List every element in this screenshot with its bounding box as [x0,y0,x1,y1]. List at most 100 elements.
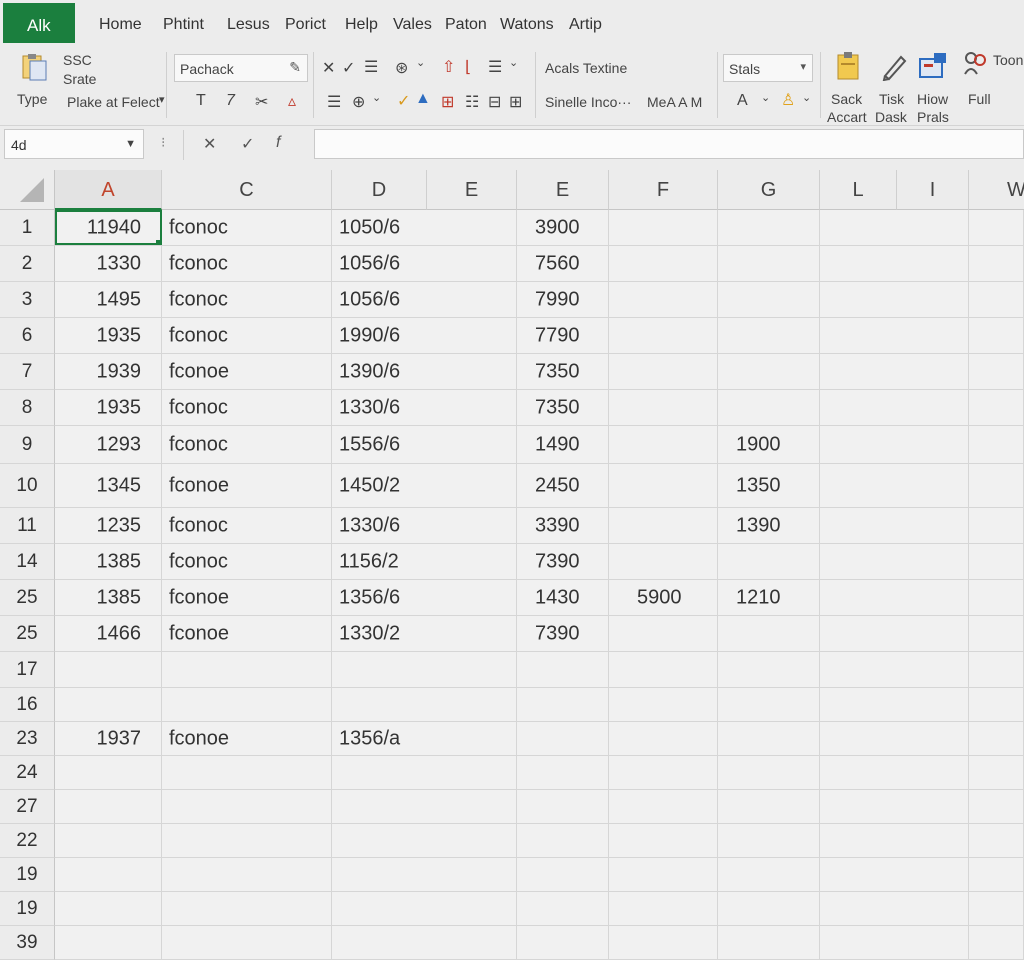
pen-icon[interactable] [879,51,909,86]
italic-icon[interactable]: 7 [226,92,235,110]
cell-d[interactable] [332,652,517,687]
cell-f[interactable] [609,858,718,891]
sack-label[interactable]: Sack [831,91,862,107]
hiow-label[interactable]: Hiow [917,91,948,107]
cell-g[interactable] [718,892,820,925]
merge-icon[interactable]: ⌊ [465,57,471,77]
cell-a[interactable]: 1939 [55,354,162,389]
cell-i[interactable] [969,790,1024,823]
row-header[interactable]: 19 [0,892,55,926]
cell-g[interactable] [718,824,820,857]
cell-a[interactable] [55,790,162,823]
row-header[interactable]: 22 [0,824,55,858]
ma-text-label[interactable]: MeA A M [647,94,702,110]
cell-i[interactable] [969,756,1024,789]
cell-l[interactable] [820,926,969,959]
row-header[interactable]: 11 [0,508,55,544]
cell-d[interactable]: 1356/a [332,722,517,755]
cell-a[interactable]: 1937 [55,722,162,755]
font-color-icon[interactable]: ▵ [288,91,296,111]
close-x-icon[interactable]: ✕ [322,58,335,78]
dask-label[interactable]: Dask [875,109,907,125]
cell-l[interactable] [820,318,969,353]
cell-d[interactable]: 1156/2 [332,544,517,579]
cell-e[interactable] [517,926,609,959]
menu-vales[interactable]: Vales [393,16,432,34]
formula-input[interactable] [314,129,1024,159]
cell-e[interactable]: 7390 [517,616,609,651]
cell-l[interactable] [820,544,969,579]
cell-l[interactable] [820,652,969,687]
cell-i[interactable] [969,390,1024,425]
cell-c[interactable]: fconoe [162,580,332,615]
cell-e[interactable]: 7560 [517,246,609,281]
cell-i[interactable] [969,858,1024,891]
cell-a[interactable] [55,892,162,925]
cell-e[interactable] [517,688,609,721]
cell-i[interactable] [969,210,1024,245]
indent-icon[interactable]: ☰ [488,57,502,77]
cell-i[interactable] [969,926,1024,959]
row-header[interactable]: 19 [0,858,55,892]
check-mark-icon[interactable]: ✓ [397,91,410,111]
column-header-g[interactable]: G [718,170,820,210]
cell-d[interactable] [332,790,517,823]
column-header-f[interactable]: F [609,170,718,210]
cell-c[interactable]: fconoc [162,390,332,425]
cell-d[interactable]: 1390/6 [332,354,517,389]
cell-e[interactable] [517,858,609,891]
cell-e[interactable] [517,652,609,687]
column-header-d[interactable]: D [332,170,427,210]
row-header[interactable]: 17 [0,652,55,688]
row-header[interactable]: 24 [0,756,55,790]
cell-l[interactable] [820,354,969,389]
align-text-label[interactable]: Acals Textine [545,60,627,76]
cell-i[interactable] [969,722,1024,755]
people-icon[interactable] [963,50,989,81]
cell-i[interactable] [969,464,1024,507]
cell-c[interactable]: fconoc [162,426,332,463]
cell-d[interactable]: 1450/2 [332,464,517,507]
row-header[interactable]: 27 [0,790,55,824]
cell-l[interactable] [820,282,969,317]
chevron-down-icon[interactable]: ⌄ [761,91,770,104]
cell-d[interactable] [332,688,517,721]
cell-c[interactable]: fconoe [162,464,332,507]
cell-e[interactable]: 7390 [517,544,609,579]
chevron-down-icon[interactable]: ⌄ [509,56,518,69]
cell-e[interactable] [517,756,609,789]
cell-a[interactable]: 1235 [55,508,162,543]
cell-c[interactable] [162,688,332,721]
cell-g[interactable] [718,282,820,317]
cell-f[interactable] [609,722,718,755]
cell-i[interactable] [969,652,1024,687]
wrap-text-icon[interactable]: ⇧ [442,57,455,77]
cell-g[interactable] [718,354,820,389]
cell-a[interactable]: 1385 [55,580,162,615]
accart-label[interactable]: Accart [827,109,867,125]
border-icon[interactable]: ⊞ [441,92,454,112]
cell-d[interactable] [332,858,517,891]
cell-e[interactable]: 3900 [517,210,609,245]
menu-paton[interactable]: Paton [445,16,487,34]
cell-e[interactable]: 7990 [517,282,609,317]
cell-l[interactable] [820,756,969,789]
cell-i[interactable] [969,318,1024,353]
cell-a[interactable] [55,756,162,789]
cell-a[interactable]: 1330 [55,246,162,281]
cell-d[interactable]: 1356/6 [332,580,517,615]
font-a-icon[interactable]: A [737,92,748,110]
select-all-corner[interactable] [0,170,55,210]
cell-c[interactable] [162,790,332,823]
cell-i[interactable] [969,616,1024,651]
column-header-c[interactable]: C [162,170,332,210]
row-header[interactable]: 25 [0,580,55,616]
row-header[interactable]: 1 [0,210,55,246]
cell-c[interactable]: fconoc [162,508,332,543]
cell-l[interactable] [820,858,969,891]
cell-f[interactable] [609,616,718,651]
menu-lesus[interactable]: Lesus [227,16,270,34]
cell-e[interactable]: 3390 [517,508,609,543]
font-name-box[interactable]: Pachack ✎ [174,54,308,82]
cell-d[interactable] [332,926,517,959]
